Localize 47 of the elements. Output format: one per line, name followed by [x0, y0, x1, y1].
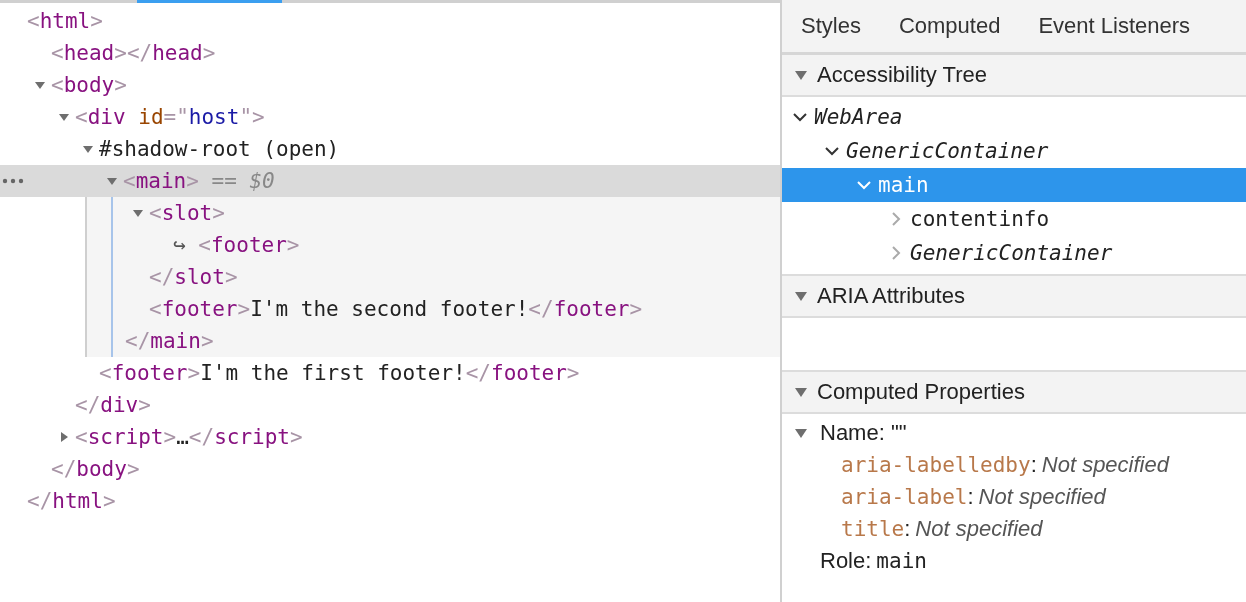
expanded-triangle-icon[interactable] — [794, 427, 808, 439]
dom-row[interactable]: <html> — [0, 5, 780, 37]
expanded-triangle-icon[interactable] — [794, 290, 808, 302]
dom-row[interactable]: <body> — [0, 69, 780, 101]
dom-node-line[interactable]: </slot> — [149, 265, 238, 289]
expanded-triangle-icon[interactable] — [82, 143, 94, 155]
dom-node-line[interactable]: </main> — [125, 329, 214, 353]
tree-item[interactable]: GenericContainer — [782, 134, 1246, 168]
dom-row[interactable]: <footer>I'm the first footer!</footer> — [0, 357, 780, 389]
sidebar-tab[interactable]: Event Listeners — [1038, 7, 1191, 45]
dom-node-line[interactable]: <html> — [27, 9, 103, 33]
dom-node-line[interactable]: ↪ <footer> — [173, 233, 300, 257]
tree-item[interactable]: WebArea — [782, 100, 1246, 134]
dom-node-line[interactable]: <slot> — [149, 201, 225, 225]
tree-item[interactable]: contentinfo — [782, 202, 1246, 236]
section-title[interactable]: ARIA Attributes — [817, 283, 965, 309]
dom-row[interactable]: <script>…</script> — [0, 421, 780, 453]
expanded-triangle-icon[interactable] — [132, 207, 144, 219]
property-line: Name: "" — [820, 420, 907, 446]
dom-row[interactable]: <div id="host"> — [0, 101, 780, 133]
expanded-triangle-icon[interactable] — [794, 69, 808, 81]
expanded-triangle-icon[interactable] — [794, 386, 808, 398]
dom-row[interactable]: <head></head> — [0, 37, 780, 69]
expanded-triangle-icon[interactable] — [106, 175, 118, 187]
property-line: aria-label: Not specified — [841, 484, 1106, 510]
dom-row[interactable]: <main> == $0 — [0, 165, 780, 197]
dom-node-line[interactable]: </html> — [27, 489, 116, 513]
collapsed-triangle-icon[interactable] — [58, 431, 70, 443]
sidebar-tab[interactable]: Computed — [898, 7, 1001, 45]
expanded-triangle-icon[interactable] — [34, 79, 46, 91]
dom-node-line[interactable]: <main> == $0 — [123, 169, 275, 193]
more-icon[interactable] — [2, 178, 24, 184]
property-line: Role: main — [820, 548, 927, 574]
tree-item[interactable]: GenericContainer — [782, 236, 1246, 270]
dom-node-line[interactable]: <script>…</script> — [75, 425, 303, 449]
dom-node-line[interactable]: <head></head> — [51, 41, 216, 65]
expanded-triangle-icon[interactable] — [58, 111, 70, 123]
dom-node-line[interactable]: </body> — [51, 457, 140, 481]
dom-row[interactable]: #shadow-root (open) — [0, 133, 780, 165]
property-line: aria-labelledby: Not specified — [841, 452, 1169, 478]
dom-node-line[interactable]: <footer>I'm the first footer!</footer> — [99, 361, 580, 385]
dom-node-line[interactable]: <body> — [51, 73, 127, 97]
property-line: title: Not specified — [841, 516, 1043, 542]
dom-node-line[interactable]: <div id="host"> — [75, 105, 265, 129]
dom-node-line[interactable]: </div> — [75, 393, 151, 417]
dom-node-line[interactable]: #shadow-root (open) — [99, 137, 340, 161]
sidebar-tab[interactable]: Styles — [801, 7, 861, 45]
